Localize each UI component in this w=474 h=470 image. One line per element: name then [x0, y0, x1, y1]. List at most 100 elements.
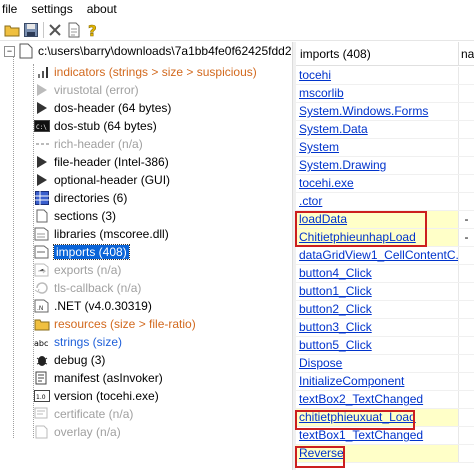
- list-row[interactable]: button4_Click: [296, 265, 474, 283]
- list-row[interactable]: Reverse: [296, 445, 474, 463]
- import-name-link[interactable]: mscorlib: [299, 86, 344, 100]
- list-row[interactable]: textBox2_TextChanged: [296, 391, 474, 409]
- import-name-link[interactable]: button4_Click: [299, 266, 372, 280]
- tree-item-manifest[interactable]: manifest (asInvoker): [34, 369, 163, 387]
- import-name-cell[interactable]: button1_Click: [296, 283, 459, 300]
- menu-settings[interactable]: settings: [27, 0, 76, 18]
- tree-item-debug[interactable]: debug (3): [34, 351, 105, 369]
- list-row[interactable]: mscorlib: [296, 85, 474, 103]
- import-name-cell[interactable]: loadData: [296, 211, 459, 228]
- help-icon[interactable]: ?: [84, 21, 102, 39]
- import-name-cell[interactable]: InitializeComponent: [296, 373, 459, 390]
- import-name-link[interactable]: loadData: [299, 212, 347, 226]
- list-row[interactable]: InitializeComponent: [296, 373, 474, 391]
- import-name-link[interactable]: chitietphieuxuat_Load: [299, 410, 416, 424]
- open-folder-icon[interactable]: [3, 21, 21, 39]
- import-name-cell[interactable]: button3_Click: [296, 319, 459, 336]
- menu-about[interactable]: about: [83, 0, 121, 18]
- import-name-cell[interactable]: System.Data: [296, 121, 459, 138]
- list-row[interactable]: Dispose: [296, 355, 474, 373]
- list-row[interactable]: textBox1_TextChanged: [296, 427, 474, 445]
- import-name-cell[interactable]: textBox2_TextChanged: [296, 391, 459, 408]
- import-name-cell[interactable]: chitietphieuxuat_Load: [296, 409, 459, 426]
- import-name-cell[interactable]: tocehi.exe: [296, 175, 459, 192]
- import-name-cell[interactable]: mscorlib: [296, 85, 459, 102]
- tree-item-exports[interactable]: exports (n/a): [34, 261, 121, 279]
- import-name-cell[interactable]: System: [296, 139, 459, 156]
- import-name-link[interactable]: tocehi: [299, 68, 331, 82]
- import-name-link[interactable]: System: [299, 140, 339, 154]
- import-name-link[interactable]: button1_Click: [299, 284, 372, 298]
- tree-item-virustotal[interactable]: virustotal (error): [34, 81, 139, 99]
- list-row[interactable]: System: [296, 139, 474, 157]
- list-row[interactable]: ChitietphieunhapLoad -: [296, 229, 474, 247]
- tree-item-strings[interactable]: abc strings (size): [34, 333, 122, 351]
- tree-item-optional-header[interactable]: optional-header (GUI): [34, 171, 170, 189]
- tree-item-dos-stub[interactable]: C:\ dos-stub (64 bytes): [34, 117, 157, 135]
- import-name-link[interactable]: Reverse: [299, 446, 344, 460]
- import-name-cell[interactable]: button4_Click: [296, 265, 459, 282]
- tree-item-dos-header[interactable]: dos-header (64 bytes): [34, 99, 171, 117]
- import-name-cell[interactable]: ChitietphieunhapLoad: [296, 229, 459, 246]
- import-name-cell[interactable]: .ctor: [296, 193, 459, 210]
- import-name-link[interactable]: button2_Click: [299, 302, 372, 316]
- tree-root[interactable]: − c:\users\barry\downloads\7a1bb4fe0f624…: [4, 42, 292, 60]
- tree-item-libraries[interactable]: libraries (mscoree.dll): [34, 225, 169, 243]
- list-row[interactable]: tocehi: [296, 67, 474, 85]
- import-name-cell[interactable]: textBox1_TextChanged: [296, 427, 459, 444]
- import-name-cell[interactable]: dataGridView1_CellContentC...: [296, 247, 459, 264]
- imports-list[interactable]: imports (408) na tocehi mscorlib System.Wi…: [296, 42, 474, 470]
- import-name-cell[interactable]: button5_Click: [296, 337, 459, 354]
- column-header-name[interactable]: na: [459, 42, 474, 66]
- import-name-link[interactable]: .ctor: [299, 194, 322, 208]
- list-row[interactable]: System.Windows.Forms: [296, 103, 474, 121]
- tree-item-imports[interactable]: imports (408): [34, 243, 130, 261]
- list-row[interactable]: loadData -: [296, 211, 474, 229]
- import-name-link[interactable]: textBox1_TextChanged: [299, 428, 423, 442]
- tree-item-tls-callback[interactable]: tls-callback (n/a): [34, 279, 141, 297]
- save-icon[interactable]: [22, 21, 40, 39]
- list-row[interactable]: tocehi.exe: [296, 175, 474, 193]
- list-row[interactable]: System.Drawing: [296, 157, 474, 175]
- tree-item-sections[interactable]: sections (3): [34, 207, 116, 225]
- import-name-link[interactable]: Dispose: [299, 356, 342, 370]
- tree-item-certificate[interactable]: certificate (n/a): [34, 405, 133, 423]
- import-name-link[interactable]: InitializeComponent: [299, 374, 404, 388]
- import-name-link[interactable]: textBox2_TextChanged: [299, 392, 423, 406]
- tree-item-overlay[interactable]: overlay (n/a): [34, 423, 121, 441]
- list-row[interactable]: button3_Click: [296, 319, 474, 337]
- tree-item-file-header[interactable]: file-header (Intel-386): [34, 153, 169, 171]
- list-row[interactable]: .ctor: [296, 193, 474, 211]
- import-name-link[interactable]: ChitietphieunhapLoad: [299, 230, 416, 244]
- import-name-cell[interactable]: Dispose: [296, 355, 459, 372]
- collapse-icon[interactable]: −: [4, 45, 15, 57]
- import-name-link[interactable]: tocehi.exe: [299, 176, 354, 190]
- tree-item-directories[interactable]: directories (6): [34, 189, 127, 207]
- import-name-link[interactable]: System.Windows.Forms: [299, 104, 428, 118]
- import-name-cell[interactable]: button2_Click: [296, 301, 459, 318]
- import-name-link[interactable]: dataGridView1_CellContentC...: [299, 248, 458, 262]
- tree-item-resources[interactable]: resources (size > file-ratio): [34, 315, 196, 333]
- list-row[interactable]: button1_Click: [296, 283, 474, 301]
- tree-item-version[interactable]: 1.0 version (tocehi.exe): [34, 387, 159, 405]
- tree-panel[interactable]: − c:\users\barry\downloads\7a1bb4fe0f624…: [0, 42, 292, 470]
- import-name-cell[interactable]: tocehi: [296, 67, 459, 84]
- import-name-cell[interactable]: Reverse: [296, 445, 459, 462]
- refresh-icon[interactable]: [65, 21, 83, 39]
- import-name-link[interactable]: button3_Click: [299, 320, 372, 334]
- import-name-cell[interactable]: System.Windows.Forms: [296, 103, 459, 120]
- tree-item-rich-header[interactable]: rich-header (n/a): [34, 135, 143, 153]
- close-icon[interactable]: [46, 21, 64, 39]
- list-row[interactable]: button5_Click: [296, 337, 474, 355]
- tree-item-indicators[interactable]: indicators (strings > size > suspicious): [34, 63, 257, 81]
- list-row[interactable]: chitietphieuxuat_Load: [296, 409, 474, 427]
- list-row[interactable]: button2_Click: [296, 301, 474, 319]
- menu-file[interactable]: file: [0, 0, 21, 18]
- import-name-link[interactable]: button5_Click: [299, 338, 372, 352]
- list-row[interactable]: dataGridView1_CellContentC...: [296, 247, 474, 265]
- import-name-link[interactable]: System.Drawing: [299, 158, 386, 172]
- import-name-link[interactable]: System.Data: [299, 122, 368, 136]
- import-name-cell[interactable]: System.Drawing: [296, 157, 459, 174]
- list-row[interactable]: System.Data: [296, 121, 474, 139]
- column-header-imports[interactable]: imports (408): [296, 42, 459, 66]
